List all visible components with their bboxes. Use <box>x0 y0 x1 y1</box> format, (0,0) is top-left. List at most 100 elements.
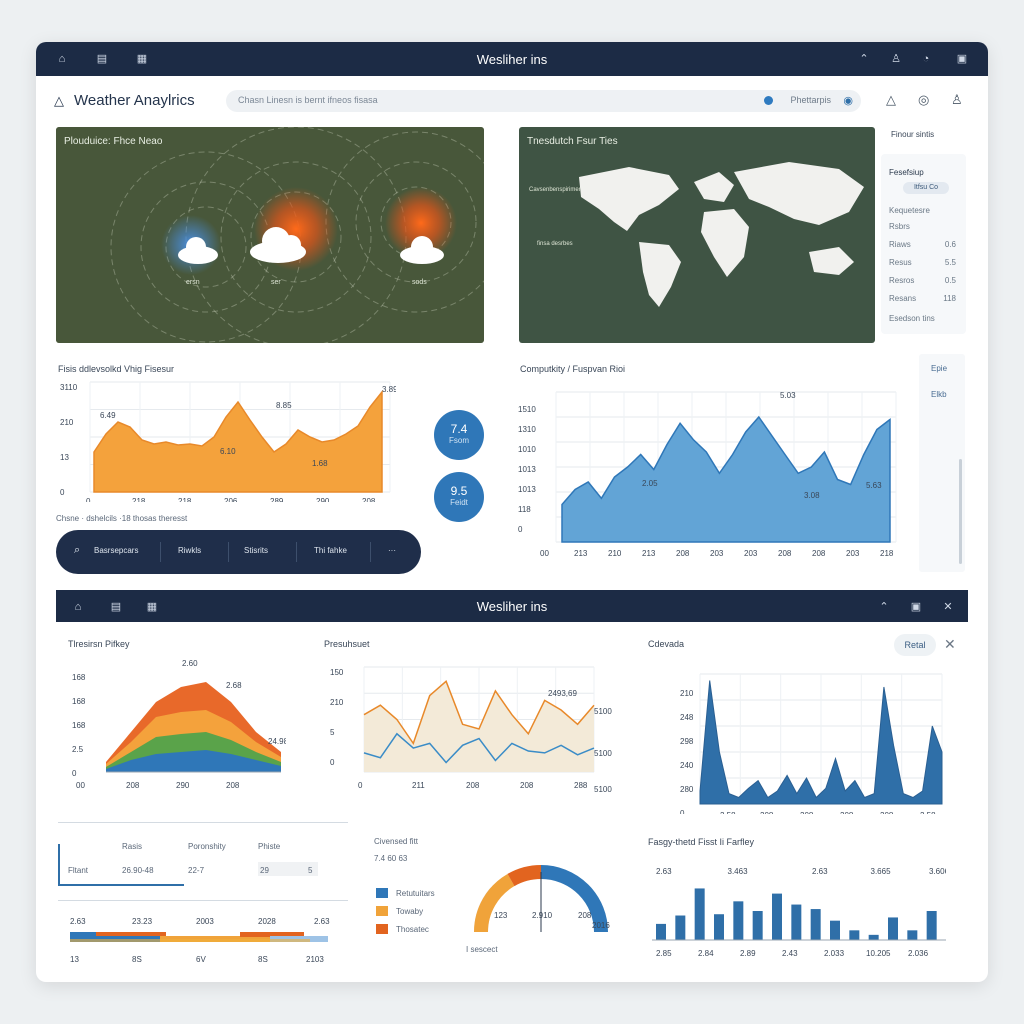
side-row[interactable]: Resros 0.5 <box>889 276 956 285</box>
y-tick-label: 0 <box>60 488 65 497</box>
location-text[interactable]: Phettarpis <box>790 95 831 105</box>
table-cell: 29 <box>260 866 269 875</box>
data-label: 5100 <box>594 749 612 758</box>
y-tick-label: 13 <box>60 453 69 462</box>
secondary-title-bar: ⌂ ▤ ▦ Wesliher ins ⌃ ▣ ✕ <box>56 590 968 622</box>
save-icon[interactable]: ▣ <box>908 599 924 615</box>
bar <box>772 893 782 940</box>
minimize-icon[interactable]: ⌃ <box>876 599 892 615</box>
y-tick-label: 1010 <box>518 445 536 454</box>
legend-swatch <box>376 924 388 934</box>
svg-text:2028: 2028 <box>258 917 276 926</box>
data-label: 8.85 <box>276 401 292 410</box>
retail-button[interactable]: Retal <box>894 634 936 656</box>
area-series <box>93 389 383 493</box>
y-tick-label: 5 <box>330 728 335 737</box>
filter-chip[interactable]: Itfsu Co <box>903 182 949 194</box>
divider <box>228 542 229 562</box>
x-tick-label: 218 <box>178 497 192 502</box>
radar-svg: ersn ser sods <box>56 127 484 343</box>
pill-item[interactable]: Thi fahke <box>314 546 347 555</box>
clock-icon[interactable]: ◔ <box>918 51 934 67</box>
alert-icon[interactable]: △ <box>886 92 896 108</box>
data-label: 2.05 <box>642 479 658 488</box>
mini-panel-item[interactable]: Epie <box>931 364 947 373</box>
settings-icon[interactable]: ◎ <box>918 92 929 108</box>
data-label: 2493,69 <box>548 689 577 698</box>
svg-text:2103: 2103 <box>306 955 324 964</box>
svg-text:13: 13 <box>70 955 79 964</box>
scrollbar[interactable] <box>959 459 962 564</box>
bar <box>656 923 666 940</box>
table-header: Phiste <box>258 842 281 851</box>
pill-item[interactable]: Basrsepcars <box>94 546 138 555</box>
x-tick-label: 2.85 <box>656 949 672 958</box>
x-tick-label: 289 <box>270 497 284 502</box>
side-row[interactable]: Resans 118 <box>889 294 956 303</box>
app-window: ⌂ ▤ ▦ Wesliher ins ⌃ ♙ ◔ ▣ △ Weather Anay… <box>36 42 988 982</box>
x-tick-label: 00 <box>540 549 549 558</box>
radar-map-label: Plouduice: Fhce Neao <box>64 136 163 147</box>
search-placeholder[interactable]: Chasn Linesn is bernt ifneos fisasa <box>238 95 378 105</box>
panel-a-title: Tlresirsn Pifkey <box>68 639 130 649</box>
pill-item[interactable]: Stisrits <box>244 546 268 555</box>
user-icon[interactable]: ♙ <box>888 51 904 67</box>
table-row-highlight[interactable] <box>58 844 184 886</box>
side-row[interactable]: Resus 5.5 <box>889 258 956 267</box>
storm-radar-map[interactable]: ersn ser sods Plouduice: Fhce Neao <box>56 127 484 343</box>
bar <box>849 930 860 940</box>
bar <box>752 911 763 940</box>
data-label: 3.665 <box>871 867 892 876</box>
gauge-chart: 123 2.910 208 2016 <box>473 864 610 933</box>
more-button[interactable]: ··· <box>388 546 396 555</box>
bar <box>810 909 821 940</box>
world-map[interactable]: Cavsenbenspirimer finsa desrbes Tnesdutc… <box>519 127 875 343</box>
side-row[interactable]: Rsbrs <box>889 222 956 231</box>
x-tick-label: 2.43 <box>782 949 798 958</box>
pill-item[interactable]: Riwkls <box>178 546 201 555</box>
x-tick-label: 2.58 <box>720 811 736 814</box>
metric-label: Fsom <box>449 436 469 445</box>
data-label: 5100 <box>594 707 612 716</box>
x-tick-label: 208 <box>126 781 140 790</box>
x-tick-label: 2.036 <box>908 949 929 958</box>
side-panel-title: Finour sintis <box>891 130 935 139</box>
metric-circle-2[interactable]: 9.5 Feidt <box>434 472 484 522</box>
y-tick-label: 0 <box>330 758 335 767</box>
side-row[interactable]: Riaws 0.6 <box>889 240 956 249</box>
mini-panel-item[interactable]: Elkb <box>931 390 947 399</box>
svg-text:2.63: 2.63 <box>70 917 86 926</box>
metric-value: 7.4 <box>450 422 468 436</box>
bar <box>714 914 724 940</box>
y-tick-label: 168 <box>72 721 86 730</box>
profile-icon[interactable]: ♙ <box>951 92 963 108</box>
divider <box>160 542 161 562</box>
map-pin-icon[interactable]: ◉ <box>843 94 853 107</box>
y-tick-label: 280 <box>680 785 694 794</box>
close-icon[interactable]: ✕ <box>944 636 956 653</box>
search-bar[interactable]: Chasn Linesn is bernt ifneos fisasa Phet… <box>226 90 861 112</box>
x-tick-label: 0 <box>86 497 91 502</box>
side-row-value: 0.6 <box>944 240 956 249</box>
side-row[interactable]: Esedson tins <box>889 314 956 323</box>
minimize-icon[interactable]: ⌃ <box>856 51 872 67</box>
side-row[interactable]: Kequetesre <box>889 206 956 215</box>
save-icon[interactable]: ▣ <box>954 51 970 67</box>
legend-swatch <box>376 888 388 898</box>
table-cell: 26.90-48 <box>122 866 154 875</box>
divider <box>58 900 348 901</box>
x-tick-label: 213 <box>574 549 588 558</box>
metric-circle-1[interactable]: 7.4 Fsom <box>434 410 484 460</box>
x-tick-label: 290 <box>316 497 330 502</box>
search-icon[interactable]: ⌕ <box>74 544 80 557</box>
bar-chart-title: Fasgy-thetd Fisst Ii Farfley <box>648 837 755 847</box>
bar <box>694 888 705 940</box>
spike-area-chart: 210 248 298 240 280 0 2.58 208 208 208 208 2.58 <box>680 673 943 814</box>
gauge-tick: 2016 <box>592 921 610 930</box>
svg-text:8S: 8S <box>258 955 268 964</box>
close-icon[interactable]: ✕ <box>940 599 956 615</box>
x-tick-label: 10.205 <box>866 949 891 958</box>
panel-b-title: Presuhsuet <box>324 639 370 649</box>
x-tick-label: 208 <box>800 811 814 814</box>
location-dot-icon <box>764 96 773 105</box>
